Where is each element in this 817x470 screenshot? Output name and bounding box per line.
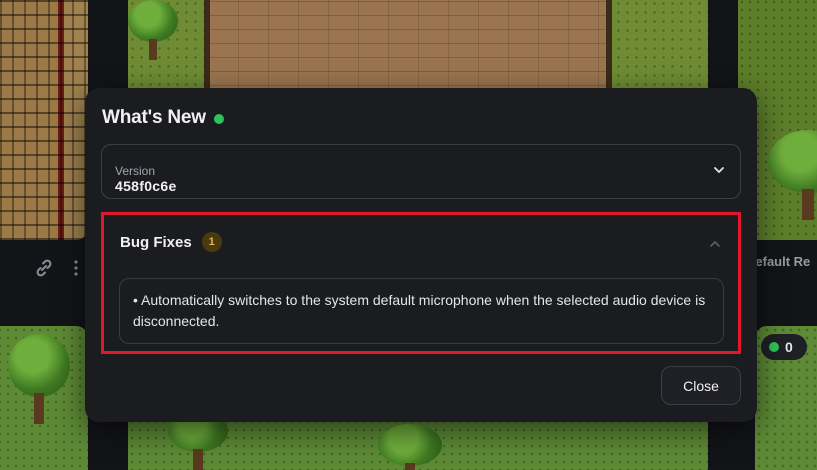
online-dot-icon	[769, 342, 779, 352]
section-header[interactable]: Bug Fixes 1	[120, 232, 222, 252]
changelog-item: • Automatically switches to the system d…	[119, 278, 724, 344]
player-count: 0	[785, 339, 793, 355]
chevron-down-icon	[714, 167, 724, 173]
bug-fixes-section: Bug Fixes 1 • Automatically switches to …	[101, 212, 741, 354]
game-thumbnail-left-bottom[interactable]	[0, 326, 88, 470]
count-badge: 1	[201, 232, 222, 252]
version-label: Version	[115, 164, 156, 178]
modal-header: What's New	[102, 107, 224, 129]
version-value: 458f0c6e	[115, 178, 177, 194]
status-dot-icon	[213, 114, 224, 124]
version-select[interactable]: Version 458f0c6e	[101, 144, 741, 199]
section-title: Bug Fixes	[120, 233, 192, 251]
kebab-menu-icon[interactable]	[70, 258, 82, 278]
link-icon[interactable]	[34, 258, 54, 278]
modal-title: What's New	[102, 107, 206, 128]
player-count-badge: 0	[761, 334, 807, 360]
whats-new-modal: What's New Version 458f0c6e Bug Fixes 1 …	[85, 88, 757, 422]
close-button[interactable]: Close	[661, 366, 741, 405]
chevron-up-icon[interactable]	[708, 237, 722, 251]
game-thumbnail-left[interactable]	[0, 0, 88, 240]
